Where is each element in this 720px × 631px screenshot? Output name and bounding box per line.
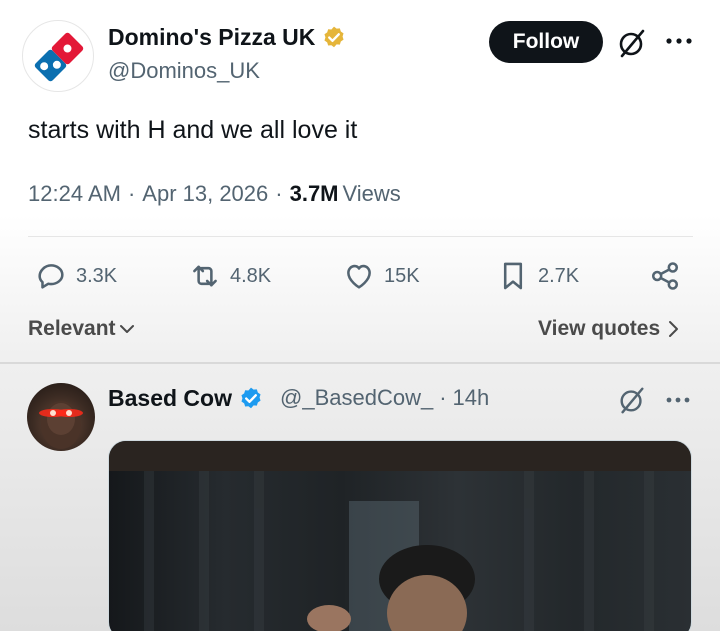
chevron-right-icon — [669, 321, 679, 337]
relevant-label: Relevant — [28, 317, 116, 340]
follow-button[interactable]: Follow — [489, 21, 603, 63]
author-handle[interactable]: @Dominos_UK — [108, 58, 260, 84]
meta-separator: · — [127, 181, 136, 206]
view-quotes-link[interactable]: View quotes — [538, 317, 680, 341]
reply-media[interactable] — [108, 440, 692, 631]
reply-count: 3.3K — [76, 264, 118, 287]
dominos-logo — [34, 32, 84, 82]
dominos-avatar[interactable] — [22, 20, 94, 92]
share-button[interactable] — [648, 259, 682, 293]
section-divider — [0, 362, 720, 364]
reply-display-name[interactable]: Based Cow — [108, 385, 232, 412]
reply-button[interactable]: 3.3K — [34, 259, 117, 293]
author-name[interactable]: Domino's Pizza UK — [108, 24, 347, 51]
chevron-down-icon — [119, 325, 134, 333]
bookmark-count: 2.7K — [538, 264, 580, 287]
bookmark-icon — [503, 262, 523, 290]
tweet-text: starts with H and we all love it — [28, 116, 358, 144]
grok-icon[interactable] — [617, 385, 647, 415]
tweet-meta: 12:24 AM · Apr 13, 2026 · 3.7M Views — [28, 181, 401, 207]
reply-time[interactable]: 14h — [453, 385, 490, 411]
tweet-date[interactable]: Apr 13, 2026 — [142, 181, 268, 207]
view-quotes-label: View quotes — [538, 317, 661, 340]
like-button[interactable]: 15K — [342, 259, 420, 293]
reply-icon — [38, 264, 64, 289]
bookmark-button[interactable]: 2.7K — [496, 259, 579, 293]
author-display-name[interactable]: Domino's Pizza UK — [108, 24, 315, 51]
divider — [28, 236, 693, 237]
views-count: 3.7M — [289, 181, 339, 206]
reply-handle-group: @_BasedCow_ · 14h — [280, 385, 489, 411]
more-options-icon[interactable] — [664, 389, 692, 411]
tweet-time[interactable]: 12:24 AM — [28, 181, 121, 207]
more-options-icon[interactable] — [664, 30, 694, 52]
heart-icon — [347, 264, 371, 289]
repost-icon — [193, 265, 217, 287]
reply-handle[interactable]: @_BasedCow_ — [280, 385, 433, 411]
repost-button[interactable]: 4.8K — [188, 259, 271, 293]
views-label: Views — [342, 181, 401, 206]
repost-count: 4.8K — [230, 264, 272, 287]
sort-relevant-dropdown[interactable]: Relevant — [28, 317, 136, 341]
reply-avatar-image — [39, 401, 83, 449]
meta-separator: · — [275, 181, 283, 206]
reply-avatar[interactable] — [27, 383, 95, 451]
reply-author[interactable]: Based Cow — [108, 385, 264, 412]
share-icon — [651, 262, 679, 290]
like-count: 15K — [384, 264, 420, 287]
gold-verified-icon — [324, 26, 344, 47]
media-image — [109, 441, 691, 631]
blue-verified-icon — [241, 387, 261, 408]
meta-separator: · — [439, 385, 447, 410]
grok-icon[interactable] — [616, 27, 648, 59]
